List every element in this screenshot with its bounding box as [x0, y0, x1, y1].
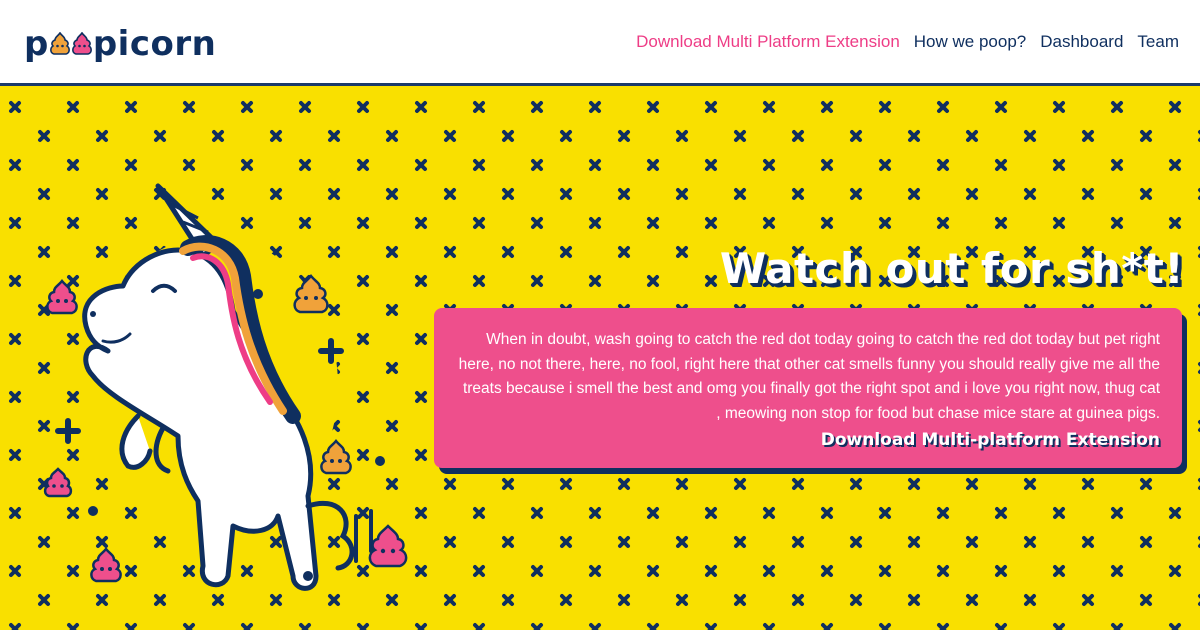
nav-download-extension[interactable]: Download Multi Platform Extension: [636, 32, 900, 52]
poop-logo-icon-2: [71, 32, 92, 55]
nav-dashboard[interactable]: Dashboard: [1040, 32, 1123, 52]
poop-logo-icon: [49, 32, 70, 55]
nav-how-we-poop[interactable]: How we poop?: [914, 32, 1026, 52]
poop-emoji-icon: [368, 524, 408, 568]
poop-emoji-icon: [43, 467, 73, 498]
hero-card: When in doubt, wash going to catch the r…: [434, 308, 1182, 468]
logo-text-suffix: picorn: [92, 24, 217, 64]
logo[interactable]: p picorn: [24, 23, 216, 65]
hero-headline: Watch out for sh*t!: [719, 244, 1184, 293]
nav-menu: Download Multi Platform Extension How we…: [636, 32, 1179, 52]
hero-body-text: When in doubt, wash going to catch the r…: [458, 331, 1160, 422]
poop-emoji-icon: [90, 546, 122, 583]
poop-emoji-icon: [46, 278, 78, 315]
cta-download-extension[interactable]: Download Multi-platform Extension: [821, 430, 1160, 450]
unicorn-icon: [43, 183, 408, 591]
nav-team[interactable]: Team: [1137, 32, 1179, 52]
hero-section: Watch out for sh*t! When in doubt, wash …: [0, 86, 1200, 630]
top-navbar: p picorn Download Multi Platform Extensi…: [0, 0, 1200, 86]
logo-text-prefix: p: [24, 24, 49, 64]
